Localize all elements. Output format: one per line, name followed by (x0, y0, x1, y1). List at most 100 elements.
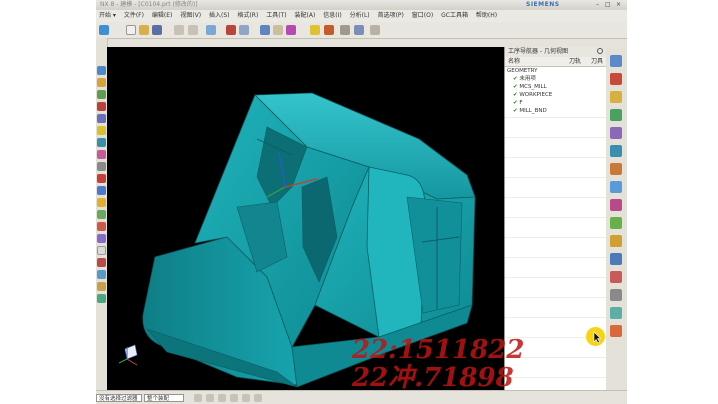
tree-row[interactable]: ✔ WORKPIECE (513, 91, 552, 99)
tree-row[interactable]: GEOMETRY (507, 67, 537, 75)
row-divider (505, 177, 607, 178)
verify-toolpath-icon[interactable] (610, 181, 622, 193)
column-name[interactable]: 名称 (508, 57, 520, 66)
maximize-button[interactable]: □ (605, 0, 611, 10)
selection-filter-dropdown[interactable]: 没有选择过滤器 (96, 394, 142, 402)
tool-path-edit-icon[interactable] (610, 307, 622, 319)
menu-format[interactable]: 格式(R) (234, 10, 261, 22)
column-toolpath[interactable]: 刀轨 (569, 57, 581, 66)
tree-row[interactable]: ✔ F (513, 99, 523, 107)
menu-gc-toolbox[interactable]: GC工具箱 (438, 10, 471, 22)
undo-icon[interactable] (174, 25, 184, 35)
menu-file[interactable]: 文件(F) (121, 10, 147, 22)
operation-icon[interactable] (97, 270, 106, 279)
tree-row[interactable]: ✔ MILL_BND (513, 107, 547, 115)
method-view-icon[interactable] (97, 234, 106, 243)
orient-view-icon[interactable] (324, 25, 334, 35)
web-browser-icon[interactable] (97, 186, 106, 195)
menu-help[interactable]: 帮助(H) (473, 10, 500, 22)
menu-start[interactable]: 开始 ▾ (96, 10, 119, 22)
search-icon[interactable] (597, 48, 603, 54)
snap-center-icon[interactable] (254, 394, 262, 402)
column-tool[interactable]: 刀具 (591, 57, 603, 66)
selection-scope-dropdown[interactable]: 整个装配 (144, 394, 184, 402)
simulate-icon[interactable] (610, 253, 622, 265)
row-divider (505, 197, 607, 198)
snap-mid-icon[interactable] (218, 394, 226, 402)
system-scenes-icon[interactable] (97, 162, 106, 171)
new-file-icon[interactable] (126, 25, 136, 35)
menu-assembly[interactable]: 装配(A) (292, 10, 319, 22)
snap-icon[interactable] (354, 25, 364, 35)
rotate-icon[interactable] (286, 25, 296, 35)
output-cls-icon[interactable] (610, 235, 622, 247)
zoom-icon[interactable] (273, 25, 283, 35)
navigator-column-header: 名称 刀轨 刀具 (505, 57, 607, 67)
menu-preferences[interactable]: 首选项(P) (375, 10, 407, 22)
settings-icon[interactable] (370, 25, 380, 35)
snap-point-icon[interactable] (194, 394, 202, 402)
check-icon: ✔ (513, 76, 518, 82)
machine-tool-icon[interactable] (97, 210, 106, 219)
snap-end-icon[interactable] (206, 394, 214, 402)
postprocess-icon[interactable] (610, 199, 622, 211)
save-icon[interactable] (152, 25, 162, 35)
create-tool-icon[interactable] (610, 73, 622, 85)
create-operation-icon[interactable] (610, 127, 622, 139)
snap-control-icon[interactable] (230, 394, 238, 402)
close-button[interactable]: × (616, 0, 621, 10)
tree-row[interactable]: ✔ MCS_MILL (513, 83, 547, 91)
create-geometry-icon[interactable] (610, 91, 622, 103)
copy-icon[interactable] (239, 25, 249, 35)
history-icon[interactable] (97, 114, 106, 123)
menu-analysis[interactable]: 分析(L) (347, 10, 373, 22)
replay-toolpath-icon[interactable] (610, 163, 622, 175)
render-style-icon[interactable] (310, 25, 320, 35)
letterbox-right (627, 0, 718, 404)
check-icon: ✔ (513, 100, 518, 106)
help-icon[interactable] (97, 198, 106, 207)
fit-view-icon[interactable] (260, 25, 270, 35)
create-method-icon[interactable] (610, 109, 622, 121)
row-divider (505, 237, 607, 238)
constraint-navigator-icon[interactable] (97, 78, 106, 87)
menu-information[interactable]: 信息(I) (320, 10, 344, 22)
create-program-icon[interactable] (610, 55, 622, 67)
system-materials-icon[interactable] (97, 126, 106, 135)
process-studio-icon[interactable] (97, 138, 106, 147)
check-icon: ✔ (513, 108, 518, 114)
generate-toolpath-icon[interactable] (610, 145, 622, 157)
roles-icon[interactable] (97, 150, 106, 159)
check-icon: ✔ (513, 84, 518, 90)
reuse-library-icon[interactable] (97, 102, 106, 111)
layer-icon[interactable] (340, 25, 350, 35)
tree-row-label: MILL_BND (519, 108, 547, 114)
row-divider (505, 137, 607, 138)
tool-view-icon[interactable] (97, 258, 106, 267)
part-navigator-icon[interactable] (97, 90, 106, 99)
menu-insert[interactable]: 插入(S) (206, 10, 233, 22)
feeds-speeds-icon[interactable] (610, 289, 622, 301)
tree-row[interactable]: ✔ 未用项 (513, 75, 536, 83)
shop-doc-icon[interactable] (610, 217, 622, 229)
redo-icon[interactable] (188, 25, 198, 35)
minimize-button[interactable]: – (596, 0, 599, 10)
view-orient-icon[interactable] (206, 25, 216, 35)
palette-icon[interactable] (97, 174, 106, 183)
row-divider (505, 257, 607, 258)
menu-window[interactable]: 窗口(O) (409, 10, 436, 22)
main-toolbar (96, 22, 627, 39)
geometry-view-icon[interactable] (97, 246, 106, 255)
machine-code-icon[interactable] (610, 271, 622, 283)
snap-intersection-icon[interactable] (242, 394, 250, 402)
simulation-icon[interactable] (97, 282, 106, 291)
menu-tools[interactable]: 工具(T) (263, 10, 289, 22)
open-icon[interactable] (139, 25, 149, 35)
cut-icon[interactable] (226, 25, 236, 35)
assembly-navigator-icon[interactable] (97, 66, 106, 75)
menu-edit[interactable]: 编辑(E) (149, 10, 175, 22)
start-icon[interactable] (99, 25, 109, 35)
menu-view[interactable]: 视图(V) (177, 10, 204, 22)
program-order-icon[interactable] (97, 222, 106, 231)
verify-icon[interactable] (97, 294, 106, 303)
